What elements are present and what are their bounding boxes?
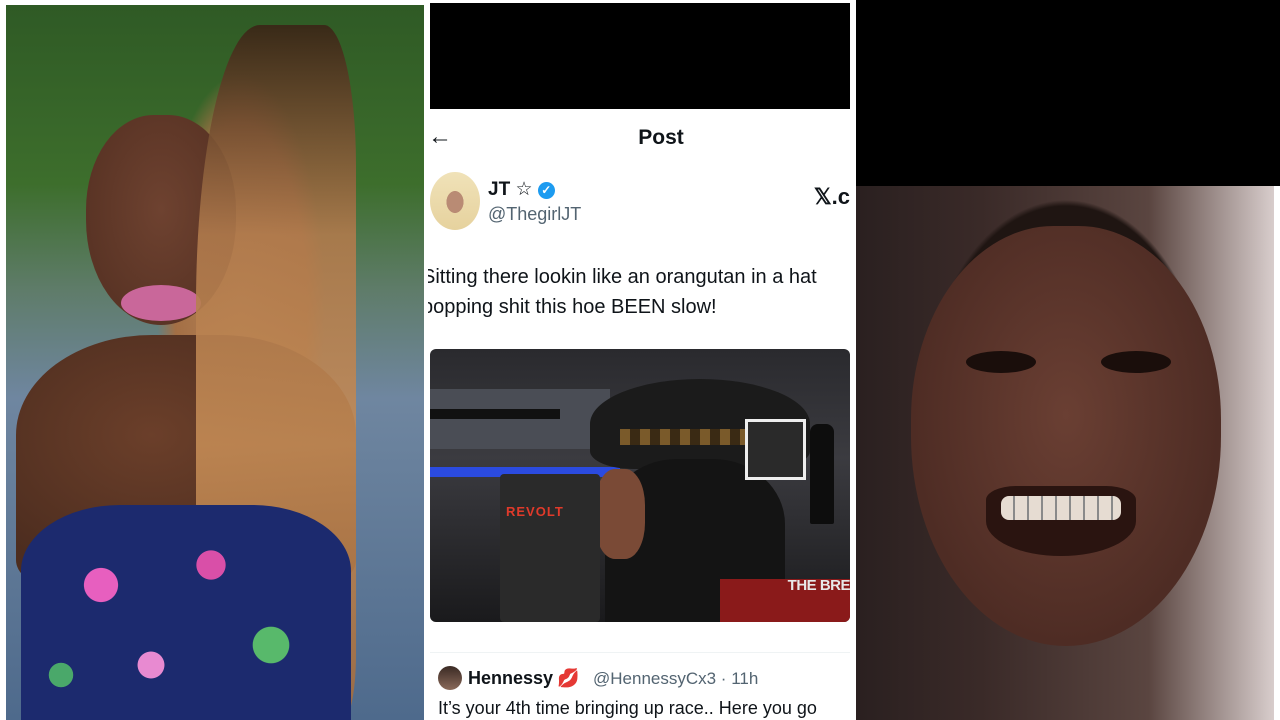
post-header: ← Post [428,118,854,158]
video-poster [745,419,806,480]
tweet-text: Sitting there lookin like an orangutan i… [428,262,852,322]
page-title: Post [638,126,684,149]
reply-handle-time[interactable]: @HennessyCx3 · 11h [593,669,758,689]
left-photo-floral-dress [21,505,351,720]
video-watermark: THE BRE [787,577,850,594]
reply-author-name[interactable]: Hennessy 💋 [468,668,579,689]
right-photo-eye [1101,351,1171,373]
right-photo-face [911,226,1221,646]
verified-badge-icon: ✓ [537,182,555,199]
left-photo [6,5,424,720]
divider [430,652,850,653]
tweet-text-line: popping shit this hoe BEEN slow! [428,296,717,318]
reply-author-name-text: Hennessy [468,668,554,688]
tweet-author-name[interactable]: JT ☆ ✓ [488,178,555,201]
tweet-screenshot: ← Post JT ☆ ✓ @ThegirlJT 𝕏.c Sitting the… [428,0,854,720]
x-logo-icon: 𝕏.c [813,184,850,209]
tweet-text-line: Sitting there lookin like an orangutan i… [428,266,817,288]
avatar[interactable] [430,172,480,230]
black-bar-right [856,0,1280,186]
video-shelf [430,389,610,449]
right-photo-teeth [1001,496,1121,520]
video-face [595,469,645,559]
tweet-video[interactable]: REVOLT THE BRE [430,349,850,622]
reply-text: It’s your 4th time bringing up race.. He… [438,698,817,718]
right-photo-eye [966,351,1036,373]
video-bottle [810,424,834,524]
video-mic-arm [430,409,560,419]
video-mic-flag: REVOLT [500,474,600,622]
left-photo-lips [121,285,201,321]
author-name-text: JT [488,179,511,200]
mic-flag-label: REVOLT [506,504,564,519]
tweet-author-handle[interactable]: @ThegirlJT [488,204,581,225]
reply-avatar[interactable] [438,666,462,690]
star-icon: ☆ [515,179,533,200]
lips-icon: 💋 [557,668,580,688]
video-hat-band [620,429,760,445]
right-photo [856,186,1274,720]
black-bar-top [430,3,850,109]
arrow-left-icon[interactable]: ← [428,122,452,152]
